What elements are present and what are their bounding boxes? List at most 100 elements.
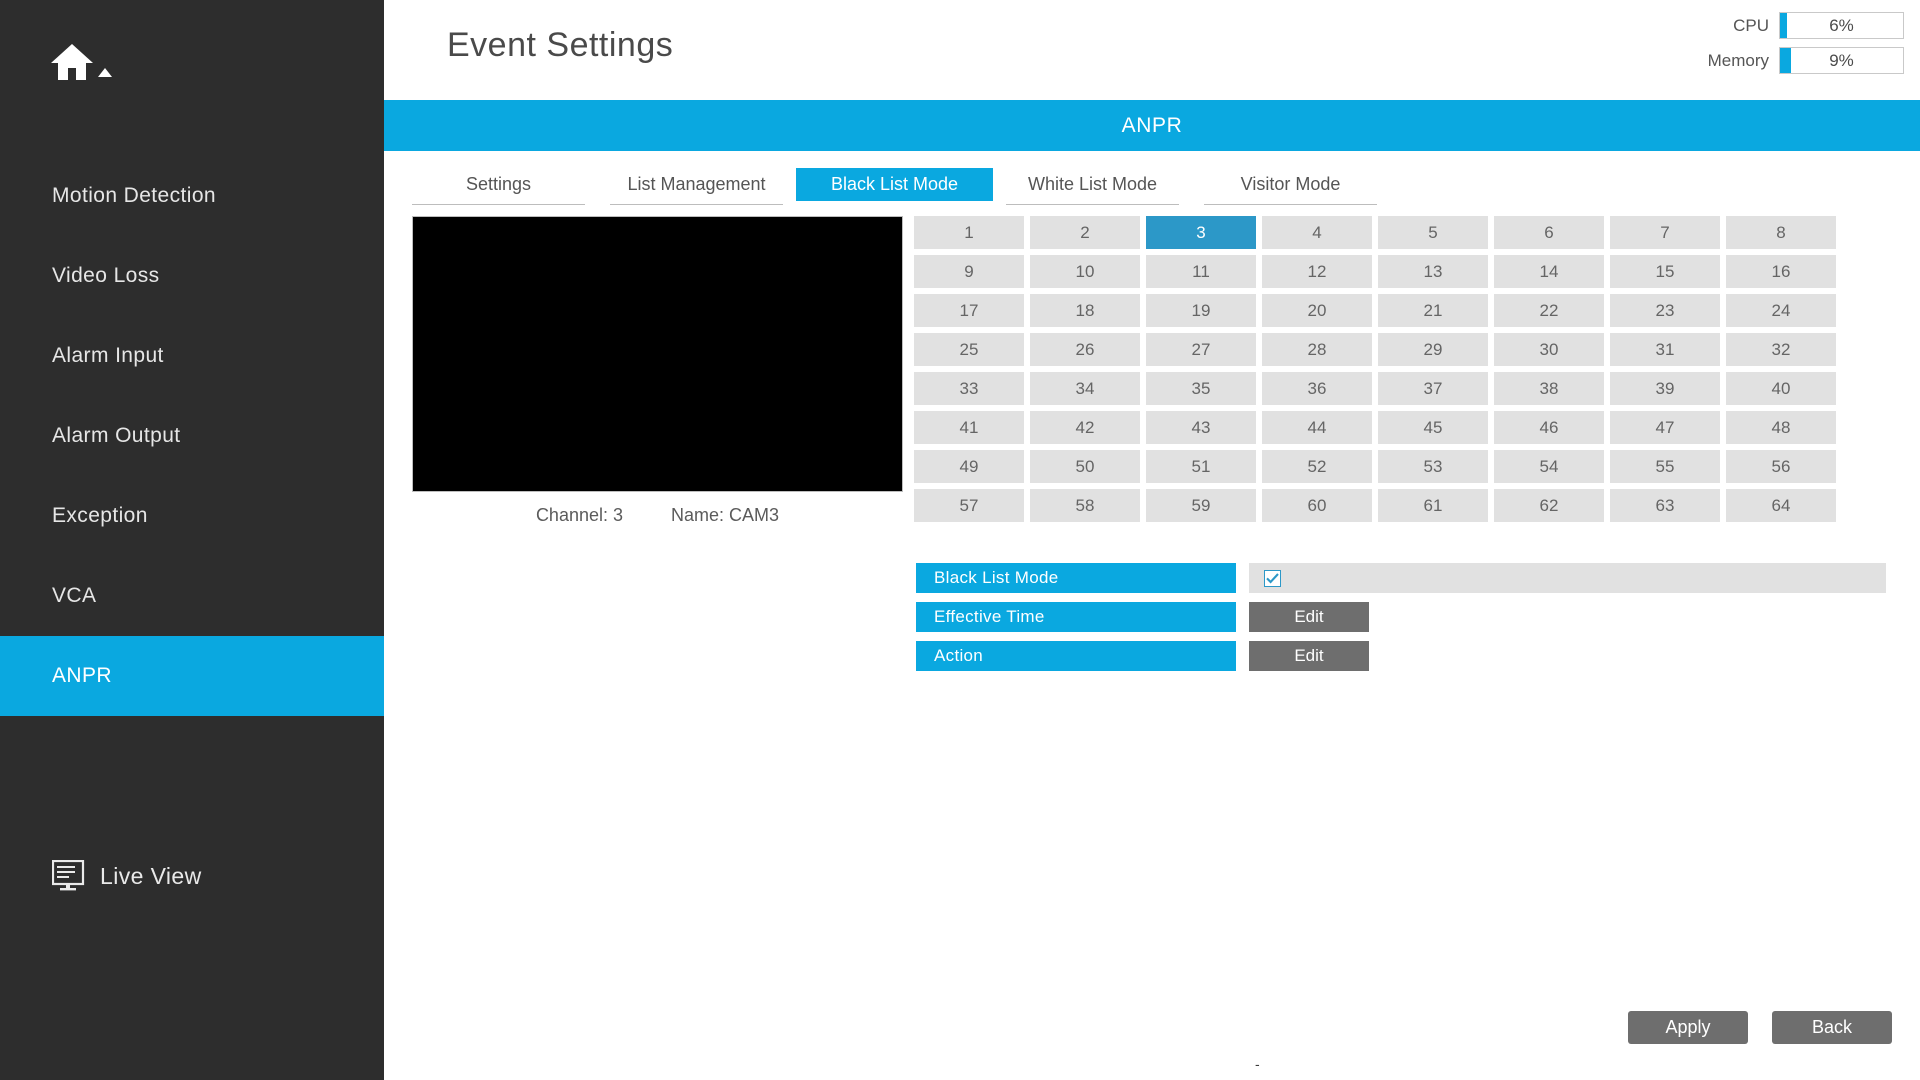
sidebar-item-alarm-output[interactable]: Alarm Output <box>0 396 384 476</box>
channel-cell-11[interactable]: 11 <box>1146 255 1256 288</box>
channel-cell-21[interactable]: 21 <box>1378 294 1488 327</box>
channel-cell-46[interactable]: 46 <box>1494 411 1604 444</box>
channel-cell-23[interactable]: 23 <box>1610 294 1720 327</box>
channel-cell-53[interactable]: 53 <box>1378 450 1488 483</box>
channel-cell-40[interactable]: 40 <box>1726 372 1836 405</box>
channel-cell-61[interactable]: 61 <box>1378 489 1488 522</box>
channel-cell-26[interactable]: 26 <box>1030 333 1140 366</box>
setting-label-text: Black List Mode <box>934 568 1059 587</box>
channel-cell-54[interactable]: 54 <box>1494 450 1604 483</box>
channel-cell-17[interactable]: 17 <box>914 294 1024 327</box>
channel-cell-18[interactable]: 18 <box>1030 294 1140 327</box>
channel-cell-2[interactable]: 2 <box>1030 216 1140 249</box>
channel-cell-41[interactable]: 41 <box>914 411 1024 444</box>
channel-cell-49[interactable]: 49 <box>914 450 1024 483</box>
system-meters: CPU 6% Memory 9% <box>1708 12 1904 74</box>
tab-list-management[interactable]: List Management <box>598 168 795 205</box>
video-preview-meta: Channel: 3 Name: CAM3 <box>412 505 903 526</box>
setting-row-action: Action Edit <box>916 641 1886 671</box>
apply-button[interactable]: Apply <box>1628 1011 1748 1044</box>
channel-cell-8[interactable]: 8 <box>1726 216 1836 249</box>
channel-cell-35[interactable]: 35 <box>1146 372 1256 405</box>
channel-cell-10[interactable]: 10 <box>1030 255 1140 288</box>
channel-cell-16[interactable]: 16 <box>1726 255 1836 288</box>
tab-underline <box>610 204 783 205</box>
channel-cell-25[interactable]: 25 <box>914 333 1024 366</box>
tab-label: Black List Mode <box>830 174 959 194</box>
channel-cell-56[interactable]: 56 <box>1726 450 1836 483</box>
channel-cell-27[interactable]: 27 <box>1146 333 1256 366</box>
channel-cell-64[interactable]: 64 <box>1726 489 1836 522</box>
channel-cell-4[interactable]: 4 <box>1262 216 1372 249</box>
home-icon <box>51 44 93 80</box>
tab-black-list-mode[interactable]: Black List Mode <box>796 168 993 201</box>
channel-name-label: Name: CAM3 <box>671 505 780 525</box>
channel-cell-37[interactable]: 37 <box>1378 372 1488 405</box>
channel-cell-45[interactable]: 45 <box>1378 411 1488 444</box>
channel-cell-14[interactable]: 14 <box>1494 255 1604 288</box>
channel-cell-13[interactable]: 13 <box>1378 255 1488 288</box>
sidebar-item-alarm-input[interactable]: Alarm Input <box>0 316 384 396</box>
sidebar-item-vca[interactable]: VCA <box>0 556 384 636</box>
setting-row-effective-time: Effective Time Edit <box>916 602 1886 632</box>
edit-button-effective-time[interactable]: Edit <box>1249 602 1369 632</box>
channel-cell-57[interactable]: 57 <box>914 489 1024 522</box>
channel-cell-36[interactable]: 36 <box>1262 372 1372 405</box>
setting-row-label[interactable]: Effective Time <box>916 602 1236 632</box>
channel-cell-33[interactable]: 33 <box>914 372 1024 405</box>
channel-cell-7[interactable]: 7 <box>1610 216 1720 249</box>
channel-cell-22[interactable]: 22 <box>1494 294 1604 327</box>
channel-cell-9[interactable]: 9 <box>914 255 1024 288</box>
channel-cell-58[interactable]: 58 <box>1030 489 1140 522</box>
channel-cell-31[interactable]: 31 <box>1610 333 1720 366</box>
channel-cell-5[interactable]: 5 <box>1378 216 1488 249</box>
channel-cell-1[interactable]: 1 <box>914 216 1024 249</box>
channel-cell-52[interactable]: 52 <box>1262 450 1372 483</box>
channel-cell-19[interactable]: 19 <box>1146 294 1256 327</box>
edit-button-action[interactable]: Edit <box>1249 641 1369 671</box>
back-button[interactable]: Back <box>1772 1011 1892 1044</box>
channel-cell-3[interactable]: 3 <box>1146 216 1256 249</box>
sidebar-item-exception[interactable]: Exception <box>0 476 384 556</box>
setting-row-label[interactable]: Black List Mode <box>916 563 1236 593</box>
black-list-mode-checkbox[interactable] <box>1264 569 1281 587</box>
setting-row-label[interactable]: Action <box>916 641 1236 671</box>
home-caret-icon <box>98 68 112 77</box>
channel-cell-39[interactable]: 39 <box>1610 372 1720 405</box>
channel-cell-29[interactable]: 29 <box>1378 333 1488 366</box>
channel-cell-44[interactable]: 44 <box>1262 411 1372 444</box>
channel-cell-60[interactable]: 60 <box>1262 489 1372 522</box>
channel-cell-12[interactable]: 12 <box>1262 255 1372 288</box>
channel-cell-6[interactable]: 6 <box>1494 216 1604 249</box>
channel-cell-63[interactable]: 63 <box>1610 489 1720 522</box>
channel-number-label: Channel: 3 <box>535 505 624 525</box>
home-button[interactable] <box>0 42 384 102</box>
channel-cell-32[interactable]: 32 <box>1726 333 1836 366</box>
sidebar-item-anpr[interactable]: ANPR <box>0 636 384 716</box>
channel-cell-30[interactable]: 30 <box>1494 333 1604 366</box>
channel-cell-62[interactable]: 62 <box>1494 489 1604 522</box>
tab-white-list-mode[interactable]: White List Mode <box>994 168 1191 205</box>
channel-cell-20[interactable]: 20 <box>1262 294 1372 327</box>
sidebar-item-video-loss[interactable]: Video Loss <box>0 236 384 316</box>
tab-settings[interactable]: Settings <box>400 168 597 205</box>
channel-cell-24[interactable]: 24 <box>1726 294 1836 327</box>
channel-cell-43[interactable]: 43 <box>1146 411 1256 444</box>
channel-cell-47[interactable]: 47 <box>1610 411 1720 444</box>
channel-cell-51[interactable]: 51 <box>1146 450 1256 483</box>
channel-cell-59[interactable]: 59 <box>1146 489 1256 522</box>
channel-cell-28[interactable]: 28 <box>1262 333 1372 366</box>
channel-cell-38[interactable]: 38 <box>1494 372 1604 405</box>
channel-cell-15[interactable]: 15 <box>1610 255 1720 288</box>
tab-visitor-mode[interactable]: Visitor Mode <box>1192 168 1389 205</box>
channel-cell-55[interactable]: 55 <box>1610 450 1720 483</box>
meter-track: 9% <box>1779 47 1904 74</box>
channel-cell-50[interactable]: 50 <box>1030 450 1140 483</box>
live-view-button[interactable]: Live View <box>52 860 202 892</box>
channel-cell-34[interactable]: 34 <box>1030 372 1140 405</box>
channel-cell-42[interactable]: 42 <box>1030 411 1140 444</box>
video-preview[interactable] <box>412 216 903 492</box>
sidebar-item-motion-detection[interactable]: Motion Detection <box>0 156 384 236</box>
channel-cell-48[interactable]: 48 <box>1726 411 1836 444</box>
settings-rows: Black List Mode Effective Time Edit Action E… <box>916 563 1886 680</box>
